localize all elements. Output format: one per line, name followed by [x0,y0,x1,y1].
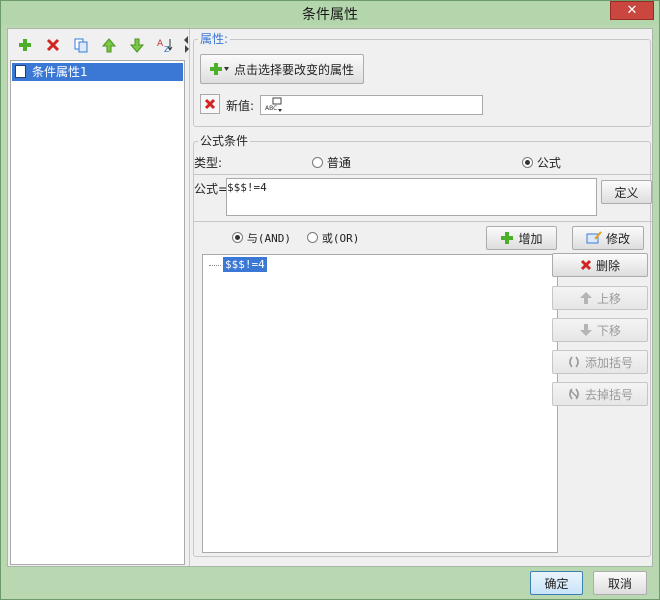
dialog-window: 条件属性 ✕ A Z 条件属性1 属性: 点击选择要改变的属性 新值: ABC … [0,0,660,600]
cancel-button[interactable]: 取消 [593,571,647,595]
sort-icon: AZ [157,39,173,53]
tree-line [209,265,221,266]
delete-button[interactable] [42,34,64,56]
edit-icon [586,231,602,244]
delete-icon [46,38,60,52]
type-label: 类型: [194,156,223,170]
collapse-left-icon[interactable] [184,36,188,44]
title-bar[interactable]: 条件属性 ✕ [1,1,659,25]
define-button[interactable]: 定义 [601,180,652,204]
move-up-condition-label: 上移 [596,291,621,306]
formula-condition-legend: 公式条件 [198,134,251,148]
svg-text:A: A [157,39,164,49]
copy-button[interactable] [70,34,92,56]
select-attribute-button[interactable]: 点击选择要改变的属性 [200,54,364,84]
up-arrow-icon [579,292,592,304]
condition-item[interactable]: $$$!=4 [223,257,267,272]
radio-formula[interactable]: 公式 [522,154,561,171]
close-button[interactable]: ✕ [610,1,654,20]
radio-or-label: 或(OR) [321,232,360,245]
copy-icon [74,38,87,52]
text-value-icon: ABC [265,97,282,112]
move-down-condition-button[interactable]: 下移 [552,318,648,342]
add-icon [19,39,31,51]
attributes-group: 属性: 点击选择要改变的属性 新值: ABC [193,32,651,127]
remove-parentheses-label: 去掉括号 [584,387,633,402]
formula-text: $$$!=4 [227,181,267,194]
add-button[interactable] [14,34,36,56]
modify-condition-label: 修改 [605,231,630,246]
document-icon [15,65,26,78]
formula-field[interactable]: $$$!=4 [226,178,597,216]
svg-text:ABC: ABC [265,105,277,112]
divider [194,221,652,222]
move-up-condition-button[interactable]: 上移 [552,286,648,310]
add-icon [501,232,514,244]
right-pane: 属性: 点击选择要改变的属性 新值: ABC 公式条件 类型: 普通 公式 公式… [193,29,652,566]
radio-or[interactable]: 或(OR) [307,230,359,246]
radio-normal[interactable]: 普通 [312,154,351,171]
new-value-label: 新值: [226,99,255,113]
left-pane: AZ 条件属性1 [8,29,190,566]
radio-or-circle [307,232,318,243]
radio-and-circle [232,232,243,243]
divider [194,174,652,175]
delete-icon [580,259,592,271]
radio-formula-label: 公式 [536,156,561,170]
delete-condition-label: 删除 [595,258,620,273]
radio-normal-label: 普通 [326,156,351,170]
radio-and-label: 与(AND) [246,232,291,245]
add-parentheses-label: 添加括号 [584,355,633,370]
tree-item-label: 条件属性1 [32,65,88,79]
move-down-button[interactable] [126,34,148,56]
remove-parentheses-button[interactable]: 去掉括号 [552,382,648,406]
condition-list[interactable]: $$$!=4 [202,254,558,553]
ok-button[interactable]: 确定 [530,571,583,595]
select-attribute-label: 点击选择要改变的属性 [233,62,354,77]
attributes-legend: 属性: [198,32,231,46]
new-value-field[interactable]: ABC [260,95,483,115]
remove-parentheses-icon [569,388,579,400]
radio-normal-circle [312,157,323,168]
window-title: 条件属性 [302,7,358,23]
dialog-body: AZ 条件属性1 属性: 点击选择要改变的属性 新值: ABC 公式条件 类型:… [7,28,653,567]
sort-button[interactable]: AZ [154,34,176,56]
add-condition-label: 增加 [518,231,543,246]
delete-condition-button[interactable]: 删除 [552,253,648,277]
move-up-button[interactable] [98,34,120,56]
clear-value-button[interactable] [200,94,220,114]
radio-formula-circle [522,157,533,168]
modify-condition-button[interactable]: 修改 [572,226,644,250]
tree-item[interactable]: 条件属性1 [12,63,183,81]
move-up-icon [102,37,116,52]
add-condition-button[interactable]: 增加 [486,226,557,250]
add-parentheses-button[interactable]: 添加括号 [552,350,648,374]
down-arrow-icon [579,324,592,336]
move-down-condition-label: 下移 [596,323,621,338]
condition-tree[interactable]: 条件属性1 [10,60,185,565]
expand-right-icon[interactable] [185,45,189,53]
add-dropdown-icon [209,63,229,75]
close-icon [204,98,216,110]
radio-and[interactable]: 与(AND) [232,230,291,246]
move-down-icon [130,38,144,53]
formula-label: 公式= [194,182,229,196]
parentheses-icon [569,356,579,368]
